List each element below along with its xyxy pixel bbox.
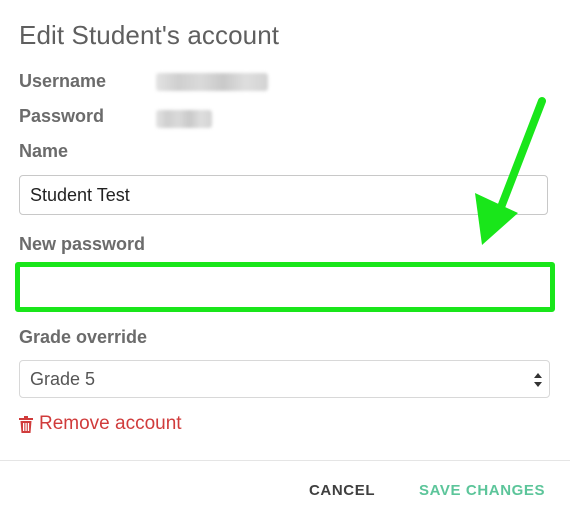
- grade-override-selected-value: Grade 5: [30, 368, 96, 389]
- trash-icon: [19, 415, 33, 433]
- edit-account-dialog: Edit Student's account Username Password…: [0, 0, 570, 521]
- arrow-annotation-icon: [475, 97, 546, 245]
- new-password-label: New password: [19, 234, 146, 254]
- password-value-redacted: [156, 110, 212, 128]
- grade-override-label: Grade override: [19, 327, 148, 347]
- chevron-up-down-icon: [534, 373, 542, 387]
- name-input[interactable]: Student Test: [19, 175, 548, 215]
- remove-account-label: Remove account: [39, 413, 182, 434]
- save-changes-button[interactable]: SAVE CHANGES: [419, 482, 545, 499]
- username-value-redacted: [156, 73, 268, 91]
- grade-override-select[interactable]: Grade 5: [19, 360, 550, 398]
- username-label: Username: [19, 71, 107, 91]
- cancel-button[interactable]: CANCEL: [309, 482, 375, 499]
- name-label: Name: [19, 141, 69, 161]
- footer-divider: [0, 460, 570, 461]
- remove-account-link[interactable]: Remove account: [19, 413, 182, 435]
- dialog-title: Edit Student's account: [19, 20, 280, 50]
- password-label: Password: [19, 106, 105, 126]
- new-password-input[interactable]: [15, 262, 555, 312]
